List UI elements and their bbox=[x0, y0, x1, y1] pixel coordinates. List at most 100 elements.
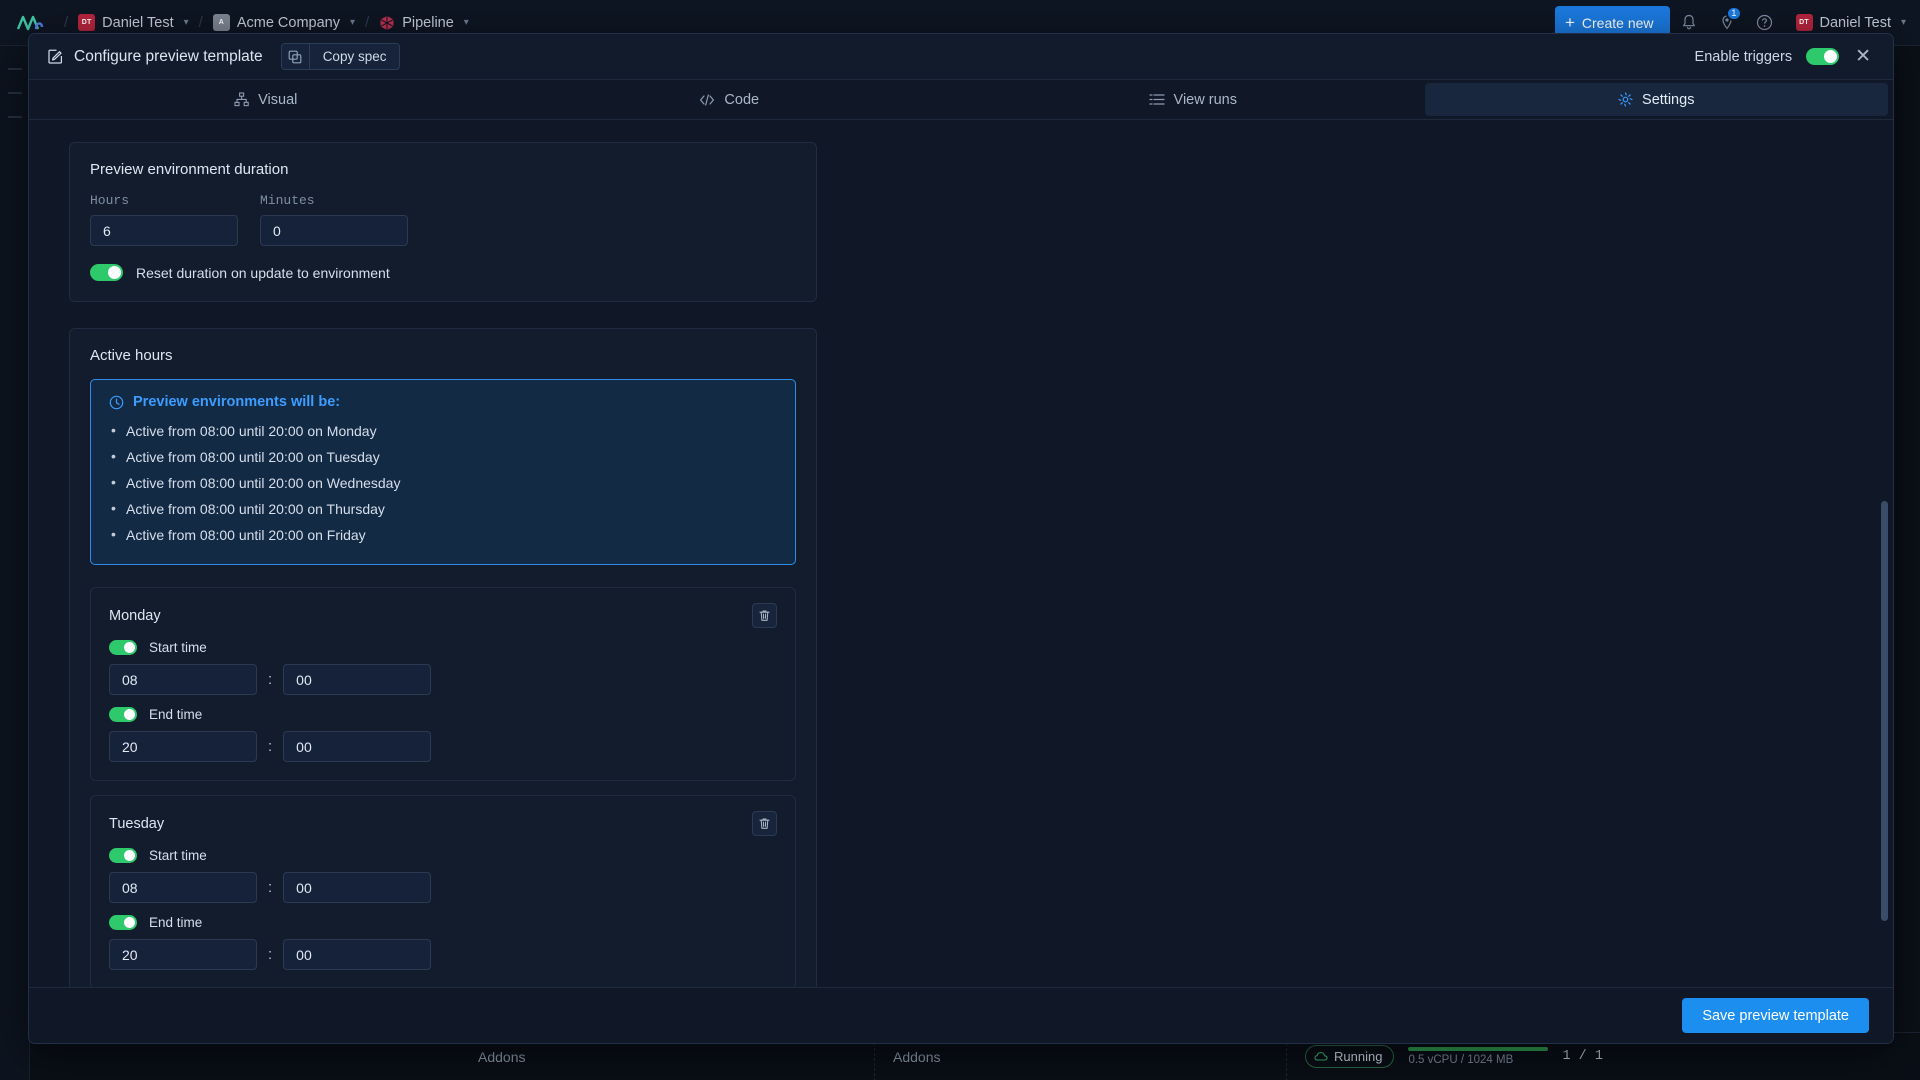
status-cluster: Running 0.5 vCPU / 1024 MB 1 / 1 bbox=[1287, 1045, 1603, 1068]
start-minute-input[interactable] bbox=[284, 873, 431, 902]
chevron-down-icon[interactable]: ▾ bbox=[350, 17, 355, 28]
callout-heading: Preview environments will be: bbox=[133, 394, 341, 410]
list-icon bbox=[1148, 93, 1165, 106]
pipeline-icon bbox=[379, 15, 395, 31]
day-header: Tuesday bbox=[109, 811, 777, 836]
callout-heading-row: Preview environments will be: bbox=[109, 394, 777, 410]
end-minute-stepper[interactable]: ▲ ▼ bbox=[283, 939, 432, 970]
end-time-toggle-row: End time bbox=[109, 707, 777, 722]
end-time-inputs: ▲ ▼ : ▲ ▼ bbox=[109, 731, 777, 762]
chevron-down-icon[interactable]: ▾ bbox=[184, 17, 189, 28]
tab-view-runs[interactable]: View runs bbox=[961, 83, 1425, 116]
start-time-section: Start time ▲ ▼ : bbox=[109, 640, 777, 695]
save-preview-template-button[interactable]: Save preview template bbox=[1682, 998, 1869, 1033]
delete-day-button[interactable] bbox=[752, 811, 777, 836]
end-time-toggle[interactable] bbox=[109, 915, 137, 930]
start-minute-input[interactable] bbox=[284, 665, 431, 694]
active-hours-card: Active hours Preview environments will b… bbox=[69, 328, 817, 987]
preview-environments-callout: Preview environments will be: Active fro… bbox=[90, 379, 796, 565]
modal-header: Configure preview template Copy spec Ena… bbox=[29, 34, 1893, 80]
configure-preview-template-modal: Configure preview template Copy spec Ena… bbox=[28, 33, 1894, 1044]
modal-header-actions: Enable triggers ✕ bbox=[1695, 47, 1873, 66]
start-hour-input[interactable] bbox=[110, 665, 256, 694]
bottom-col-label: Addons bbox=[478, 1048, 526, 1065]
user-badge: DT bbox=[1795, 14, 1813, 31]
delete-day-button[interactable] bbox=[752, 603, 777, 628]
end-time-toggle[interactable] bbox=[109, 707, 137, 722]
status-badge: Running bbox=[1305, 1045, 1395, 1068]
gear-icon bbox=[1618, 92, 1633, 107]
list-item: Active from 08:00 until 20:00 on Tuesday bbox=[109, 444, 777, 470]
breadcrumb-item-company[interactable]: A Acme Company ▾ bbox=[212, 14, 355, 31]
status-label: Running bbox=[1334, 1049, 1383, 1064]
company-badge: A bbox=[212, 14, 230, 31]
end-minute-input[interactable] bbox=[284, 732, 431, 761]
start-time-toggle[interactable] bbox=[109, 640, 137, 655]
reset-duration-label: Reset duration on update to environment bbox=[136, 264, 390, 281]
day-name: Monday bbox=[109, 607, 161, 624]
close-icon[interactable]: ✕ bbox=[1853, 47, 1873, 66]
preview-environment-duration-card: Preview environment duration Hours ▲ ▼ bbox=[69, 142, 817, 302]
end-hour-stepper[interactable]: ▲ ▼ bbox=[109, 731, 257, 762]
list-item: Active from 08:00 until 20:00 on Friday bbox=[109, 522, 777, 548]
start-time-toggle[interactable] bbox=[109, 848, 137, 863]
enable-triggers-toggle[interactable] bbox=[1806, 48, 1840, 65]
end-time-section: End time ▲ ▼ : bbox=[109, 915, 777, 970]
modal-footer: Save preview template bbox=[29, 987, 1893, 1043]
time-separator: : bbox=[268, 671, 273, 688]
reset-duration-row: Reset duration on update to environment bbox=[90, 264, 796, 281]
hours-input[interactable] bbox=[91, 216, 237, 245]
time-separator: : bbox=[268, 879, 273, 896]
minutes-label: Minutes bbox=[260, 193, 315, 208]
user-menu[interactable]: DT Daniel Test ▾ bbox=[1784, 14, 1906, 31]
resource-usage: 0.5 vCPU / 1024 MB bbox=[1408, 1047, 1549, 1066]
reset-duration-toggle[interactable] bbox=[90, 264, 123, 281]
start-time-label: Start time bbox=[149, 640, 207, 655]
modal-tabs: Visual Code View runs Settings bbox=[29, 80, 1893, 120]
tab-settings[interactable]: Settings bbox=[1424, 83, 1888, 116]
copy-spec-button[interactable]: Copy spec bbox=[280, 43, 401, 70]
tab-code[interactable]: Code bbox=[498, 83, 962, 116]
start-minute-stepper[interactable]: ▲ ▼ bbox=[283, 872, 432, 903]
breadcrumb-item-org[interactable]: DT Daniel Test ▾ bbox=[78, 14, 189, 31]
edit-template-icon bbox=[47, 48, 64, 65]
chevron-down-icon[interactable]: ▾ bbox=[1901, 17, 1906, 28]
minutes-input[interactable] bbox=[261, 216, 407, 245]
breadcrumb-item-pipeline[interactable]: Pipeline ▾ bbox=[379, 15, 469, 31]
minutes-stepper[interactable]: ▲ ▼ bbox=[260, 215, 408, 246]
breadcrumb-separator: / bbox=[64, 14, 69, 31]
start-time-label: Start time bbox=[149, 848, 207, 863]
app-logo-icon[interactable] bbox=[14, 10, 48, 36]
list-item: Active from 08:00 until 20:00 on Wednesd… bbox=[109, 470, 777, 496]
start-hour-input[interactable] bbox=[110, 873, 256, 902]
vertical-scrollbar[interactable] bbox=[1881, 126, 1888, 981]
end-time-label: End time bbox=[149, 707, 203, 722]
start-hour-stepper[interactable]: ▲ ▼ bbox=[109, 872, 257, 903]
cloud-icon bbox=[1314, 1051, 1328, 1062]
start-minute-stepper[interactable]: ▲ ▼ bbox=[283, 664, 432, 695]
resource-progress-bar bbox=[1408, 1047, 1549, 1051]
end-time-label: End time bbox=[149, 915, 203, 930]
resource-progress-fill bbox=[1408, 1047, 1549, 1051]
clock-icon bbox=[109, 395, 124, 410]
chevron-down-icon[interactable]: ▾ bbox=[464, 17, 469, 28]
hours-stepper[interactable]: ▲ ▼ bbox=[90, 215, 238, 246]
tab-label: View runs bbox=[1173, 91, 1237, 108]
end-hour-input[interactable] bbox=[110, 940, 256, 969]
start-time-toggle-row: Start time bbox=[109, 848, 777, 863]
tab-visual[interactable]: Visual bbox=[34, 83, 498, 116]
end-hour-stepper[interactable]: ▲ ▼ bbox=[109, 939, 257, 970]
hours-label: Hours bbox=[90, 193, 130, 208]
start-hour-stepper[interactable]: ▲ ▼ bbox=[109, 664, 257, 695]
tab-label: Settings bbox=[1642, 91, 1695, 108]
instance-count: 1 / 1 bbox=[1562, 1049, 1603, 1064]
end-minute-stepper[interactable]: ▲ ▼ bbox=[283, 731, 432, 762]
tab-label: Visual bbox=[258, 91, 298, 108]
scrollbar-thumb[interactable] bbox=[1881, 501, 1888, 921]
rail-tick bbox=[7, 116, 22, 118]
breadcrumb-label: Daniel Test bbox=[102, 14, 174, 31]
breadcrumb-label: Acme Company bbox=[236, 14, 340, 31]
end-minute-input[interactable] bbox=[284, 940, 431, 969]
modal-title: Configure preview template bbox=[74, 47, 263, 65]
end-hour-input[interactable] bbox=[110, 732, 256, 761]
